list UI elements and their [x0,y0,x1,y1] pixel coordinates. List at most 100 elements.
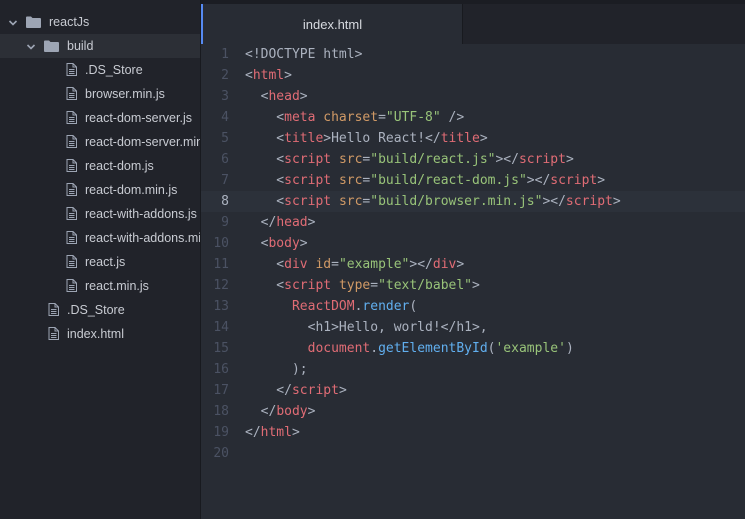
tree-file[interactable]: browser.min.js [0,82,200,106]
code-token: document [307,341,371,356]
code-line[interactable]: <body> [245,233,308,254]
code-token: > [284,68,292,83]
code-line[interactable]: <title>Hello React!</title> [245,128,487,149]
code-token: < [245,194,285,209]
code-token: > [597,173,606,188]
tree-file[interactable]: .DS_Store [0,58,200,82]
tree-item-label: index.html [67,327,124,341]
tree-file[interactable]: index.html [0,322,200,346]
code-token: < [245,278,285,293]
line-number: 16 [213,362,229,377]
code-token: script [284,194,332,209]
file-icon [48,303,59,319]
code-token: = [378,110,386,125]
tree-item-label: .DS_Store [67,303,125,317]
code-token: <!DOCTYPE html> [245,47,363,62]
code-token: "build/browser.min.js" [370,194,543,209]
file-icon [66,279,77,295]
code-token: /> [440,110,465,125]
line-number: 13 [213,299,229,314]
code-line[interactable]: document.getElementById('example') [245,338,574,359]
code-line[interactable]: </body> [245,401,316,422]
tree-file[interactable]: react-with-addons.js [0,202,200,226]
code-token: < [245,110,285,125]
code-token: ></ [409,257,433,272]
line-number: 3 [221,89,229,104]
code-token: id [315,257,332,272]
code-token: </ [245,215,277,230]
code-line[interactable]: <script src="build/react-dom.js"></scrip… [245,170,605,191]
tree-folder[interactable]: reactJs [0,10,200,34]
chevron-down-icon[interactable] [26,41,36,51]
code-line[interactable]: </head> [245,212,316,233]
tab-label: index.html [302,16,363,32]
tree-item-label: react-dom-server.js [85,111,192,125]
line-number: 20 [213,446,229,461]
folder-icon [44,40,59,55]
code-line[interactable]: <script src="build/browser.min.js"></scr… [245,191,621,212]
code-token: body [276,404,308,419]
code-line[interactable]: <div id="example"></div> [245,254,464,275]
code-token: script [284,173,332,188]
code-line[interactable]: <!DOCTYPE html> [245,44,362,65]
tree-file[interactable]: react-dom-server.min.js [0,130,200,154]
tab-index-html[interactable]: index.html [201,4,463,44]
tree-item-label: react-dom.min.js [85,183,178,197]
code-token: > [565,152,574,167]
file-icon [66,135,77,151]
code-line[interactable]: <script src="build/react.js"></script> [245,149,574,170]
tree-item-label: .DS_Store [85,63,143,77]
code-line[interactable]: ); [245,359,308,380]
tree-file[interactable]: react-dom-server.js [0,106,200,130]
tab-bar-empty-area [463,4,745,44]
code-token: > [472,278,480,293]
tree-file[interactable]: react.min.js [0,274,200,298]
code-token: "text/babel" [378,278,472,293]
tree-folder[interactable]: build [0,34,200,58]
code-line[interactable]: <html> [245,65,292,86]
tree-item-label: react-with-addons.js [85,207,197,221]
code-token: > [307,404,316,419]
code-line[interactable]: <script type="text/babel"> [245,275,480,296]
code-token: "UTF-8" [385,110,441,125]
code-token: head [268,89,300,104]
code-line[interactable]: ReactDOM.render( [245,296,417,317]
chevron-down-icon[interactable] [8,17,18,27]
tree-item-label: react.js [85,255,126,269]
code-token: > [456,257,465,272]
code-token: = [370,278,379,293]
line-number: 6 [221,152,229,167]
code-token: < [245,152,285,167]
code-token: < [245,89,269,104]
tree-view: reactJs build .DS_Store browser.min.js react… [0,0,201,519]
code-line[interactable]: </html> [245,422,300,443]
code-line[interactable]: <h1>Hello, world!</h1>, [245,317,488,338]
code-token: < [245,257,285,272]
code-editor[interactable]: 1 2 3 4 5 6 7 8 9 10 11 12 13 14 15 16 17 18 19 20 <!DOCTYP… [201,44,745,519]
code-line[interactable]: <head> [245,86,308,107]
code-token: < [245,131,285,146]
tree-file[interactable]: react-dom.js [0,154,200,178]
code-token: meta [284,110,316,125]
code-token: </ [245,383,292,398]
tree-file[interactable]: react.js [0,250,200,274]
code-token: > [338,383,347,398]
tree-file[interactable]: react-dom.min.js [0,178,200,202]
code-token: ); [245,362,308,377]
tree-item-label: react-dom-server.min.js [85,135,200,149]
code-token: type [338,278,371,293]
tree-file[interactable]: react-with-addons.min.js [0,226,200,250]
line-number: 18 [213,404,229,419]
code-line[interactable]: </script> [245,380,347,401]
code-token: script [565,194,613,209]
line-number-gutter: 1 2 3 4 5 6 7 8 9 10 11 12 13 14 15 16 17 18 19 20 [201,44,239,519]
tree-file[interactable]: .DS_Store [0,298,200,322]
code-token: title [440,131,480,146]
code-token: > [612,194,621,209]
code-token: < [245,68,253,83]
tree-item-label: reactJs [49,15,90,29]
code-line[interactable]: <meta charset="UTF-8" /> [245,107,464,128]
